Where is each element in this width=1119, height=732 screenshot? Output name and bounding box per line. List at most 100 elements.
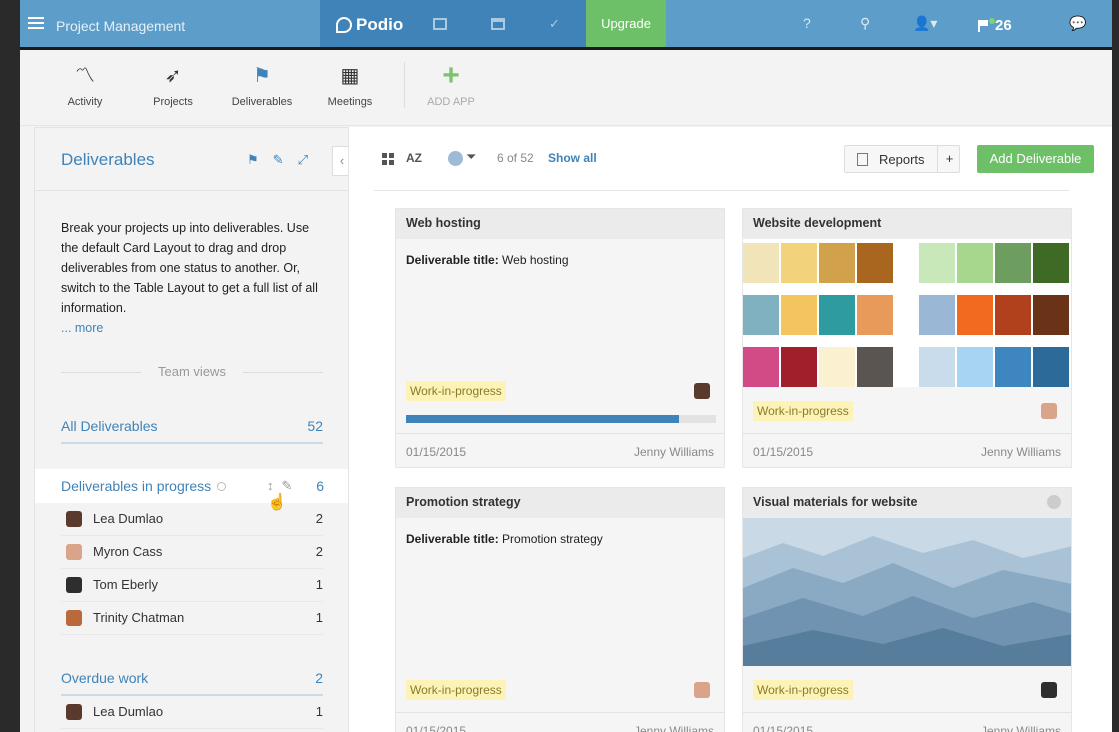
avatar — [1041, 403, 1057, 419]
avatar — [1041, 682, 1057, 698]
member-row[interactable]: Myron Cass 2 — [61, 536, 323, 569]
activity-icon: 〽 — [75, 65, 95, 87]
app-label: Projects — [153, 96, 193, 108]
color-swatch — [995, 347, 1031, 387]
sidebar-tools: ⚑ ✎ ⤢ — [247, 152, 308, 168]
show-all-link[interactable]: Show all — [548, 151, 597, 165]
card-title[interactable]: Visual materials for website — [743, 488, 1071, 518]
deliverable-card[interactable]: Web hosting Deliverable title: Web hosti… — [395, 208, 725, 468]
expand-icon[interactable]: ⤢ — [298, 152, 308, 168]
card-date: 01/15/2015 — [753, 724, 814, 732]
view-overdue-work[interactable]: Overdue work 2 — [61, 670, 323, 696]
flag-icon[interactable]: ⚑ — [247, 152, 259, 168]
filter-count: 6 of 52 — [497, 151, 534, 165]
reports-button[interactable]: Reports + — [844, 145, 960, 173]
color-swatch — [995, 243, 1031, 283]
card-date: 01/15/2015 — [406, 724, 467, 732]
color-swatch — [743, 347, 779, 387]
view-count: 52 — [307, 418, 323, 434]
member-name: Tom Eberly — [93, 577, 159, 592]
color-swatch — [957, 295, 993, 335]
card-layout-icon[interactable] — [382, 153, 394, 165]
main-content: AZ ⏷ 6 of 52 Show all Reports + Add Deli… — [349, 127, 1112, 732]
podio-logo-icon — [336, 17, 352, 33]
color-swatch — [857, 243, 893, 283]
color-swatch — [781, 347, 817, 387]
workspace-title[interactable]: Project Management — [56, 18, 185, 34]
app-activity[interactable]: 〽 Activity — [50, 64, 120, 108]
deliverable-card[interactable]: Website development Work-in-progress 01/… — [742, 208, 1072, 468]
status-badge: Work-in-progress — [753, 401, 853, 421]
team-views-label: Team views — [61, 364, 323, 379]
view-count: 6 — [316, 478, 324, 494]
help-icon[interactable]: ? — [803, 15, 811, 31]
avatar — [66, 704, 82, 720]
color-swatch — [919, 243, 955, 283]
card-title[interactable]: Web hosting — [396, 209, 724, 239]
app-projects[interactable]: ➶ Projects — [138, 64, 208, 108]
reports-label: Reports — [879, 152, 925, 167]
color-swatch — [819, 347, 855, 387]
chat-icon[interactable]: 💬 — [1069, 15, 1086, 32]
card-title-text: Visual materials for website — [753, 495, 918, 509]
menu-icon[interactable] — [28, 17, 44, 31]
avatar — [66, 610, 82, 626]
calendar-icon[interactable] — [491, 18, 505, 30]
app-label: Deliverables — [231, 96, 293, 108]
add-app-button[interactable]: + ADD APP — [416, 59, 486, 109]
color-swatch — [957, 347, 993, 387]
sort-button[interactable]: AZ — [406, 151, 422, 165]
deliverable-card[interactable]: Visual materials for website Work-in-pro… — [742, 487, 1072, 732]
card-title[interactable]: Promotion strategy — [396, 488, 724, 518]
status-badge: Work-in-progress — [753, 680, 853, 700]
color-swatch — [819, 243, 855, 283]
card-title[interactable]: Website development — [743, 209, 1071, 239]
progress-fill — [406, 415, 679, 423]
view-count: 2 — [315, 670, 323, 686]
field-value: Web hosting — [502, 253, 569, 267]
collapse-sidebar-button[interactable]: ‹ — [332, 146, 348, 176]
color-swatch — [743, 295, 779, 335]
search-icon[interactable]: ⚲ — [860, 15, 870, 32]
member-name: Myron Cass — [93, 544, 163, 559]
more-link[interactable]: ... more — [61, 321, 103, 335]
progress-bar — [406, 415, 716, 423]
view-deliverables-in-progress[interactable]: Deliverables in progress ↕✎ 6 — [35, 469, 348, 503]
description-text: Break your projects up into deliverables… — [61, 221, 318, 315]
check-icon[interactable]: ✓ — [549, 16, 563, 31]
podio-logo[interactable]: Podio — [336, 15, 403, 35]
notifications-count: 26 — [995, 17, 1012, 34]
member-count: 1 — [315, 610, 323, 625]
wrench-icon[interactable]: ✎ — [273, 152, 284, 168]
view-all-deliverables[interactable]: All Deliverables 52 — [61, 418, 323, 444]
status-badge: Work-in-progress — [406, 680, 506, 700]
color-palette-image — [743, 239, 1071, 387]
user-icon[interactable]: 👤▾ — [913, 15, 937, 32]
status-badge: Work-in-progress — [406, 381, 506, 401]
sidebar: Deliverables ⚑ ✎ ⤢ ‹ Break your projects… — [34, 127, 349, 732]
filter-icon[interactable]: ⏷ — [466, 149, 476, 165]
upgrade-button[interactable]: Upgrade — [586, 0, 666, 47]
sidebar-description: Break your projects up into deliverables… — [61, 218, 323, 338]
reports-add-button[interactable]: + — [937, 146, 961, 172]
sidebar-title[interactable]: Deliverables — [61, 150, 155, 170]
app-meetings[interactable]: ▦ Meetings — [315, 64, 385, 108]
notifications[interactable]: 26 — [978, 17, 1012, 34]
calendar-icon: ▦ — [340, 65, 360, 87]
app-deliverables[interactable]: ⚑ Deliverables — [227, 64, 297, 108]
color-swatch — [1033, 243, 1069, 283]
member-row[interactable]: Trinity Chatman 1 — [61, 602, 323, 635]
filter-badge-icon[interactable] — [448, 151, 463, 166]
plus-icon: + — [442, 59, 460, 92]
podio-app: Project Management Podio ✓ Upgrade ? ⚲ 👤… — [20, 0, 1112, 732]
member-row[interactable]: Lea Dumlao 1 — [61, 696, 323, 729]
color-swatch — [1033, 347, 1069, 387]
info-icon[interactable] — [1047, 495, 1061, 509]
color-swatch — [781, 295, 817, 335]
member-row[interactable]: Tom Eberly 1 — [61, 569, 323, 602]
deliverable-card[interactable]: Promotion strategy Deliverable title: Pr… — [395, 487, 725, 732]
add-deliverable-button[interactable]: Add Deliverable — [977, 145, 1094, 173]
book-icon[interactable] — [433, 18, 447, 30]
app-label: ADD APP — [427, 96, 475, 108]
card-field: Deliverable title: Promotion strategy — [406, 532, 603, 546]
